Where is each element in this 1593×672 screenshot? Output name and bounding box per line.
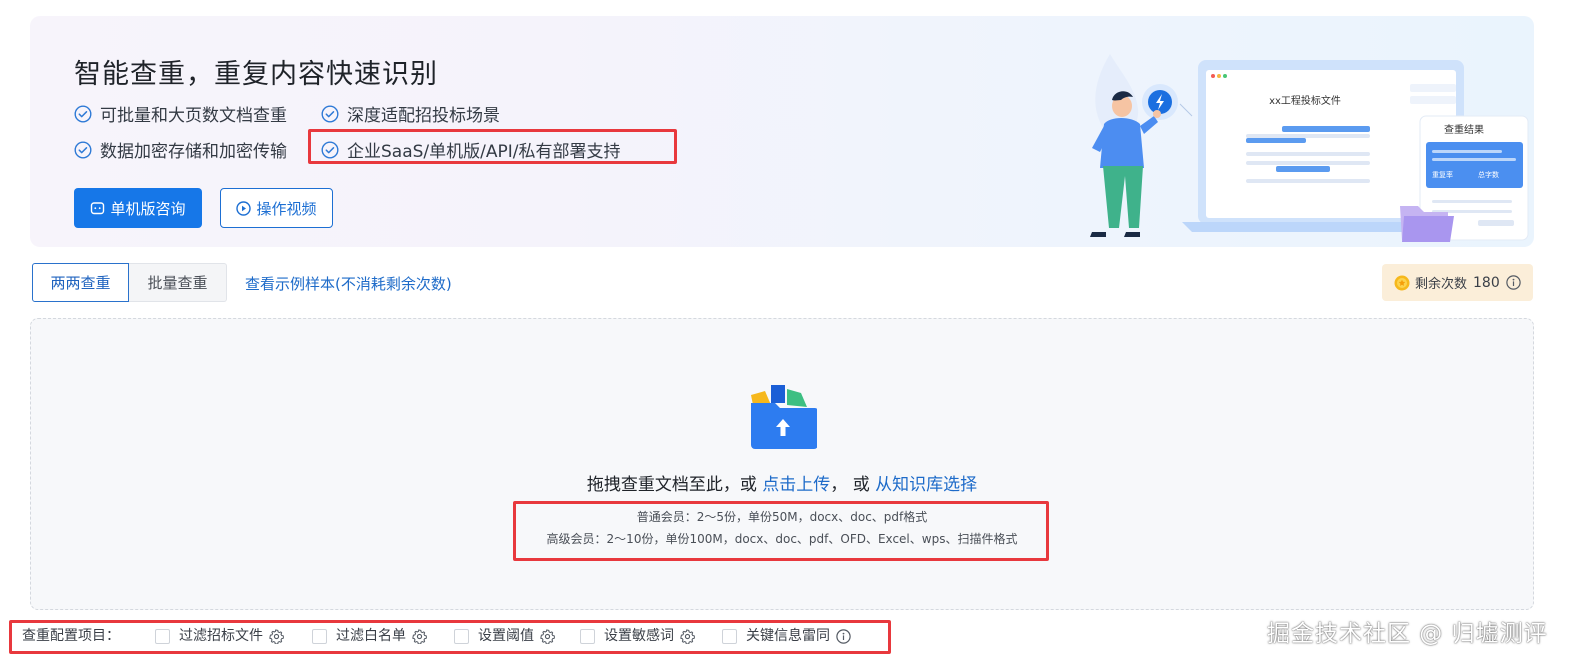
option-label: 过滤白名单 <box>336 628 406 644</box>
hero-illustration: xx工程投标文件 查重结果 重复率 总字数 <box>1090 54 1529 242</box>
feature-deployment: 企业SaaS/单机版/API/私有部署支持 <box>321 137 621 162</box>
tab-pairwise-check[interactable]: 两两查重 <box>32 263 129 302</box>
drag-text: 拖拽查重文档至此，或 <box>586 475 763 495</box>
config-label: 查重配置项目： <box>22 628 120 644</box>
illustration-rate-label: 重复率 <box>1432 170 1453 179</box>
checkbox[interactable] <box>722 628 737 644</box>
quota-label: 剩余次数 <box>1415 277 1468 292</box>
coin-icon <box>1394 275 1410 290</box>
feature-encryption: 数据加密存储和加密传输 <box>74 137 287 162</box>
hero-banner: 智能查重，重复内容快速识别 可批量和大页数文档查重 深度适配招投标场景 数据加密… <box>30 16 1534 247</box>
option-label: 设置敏感词 <box>604 628 674 644</box>
gear-icon[interactable] <box>680 628 695 644</box>
feature-text: 可批量和大页数文档查重 <box>100 106 287 126</box>
tutorial-video-button[interactable]: 操作视频 <box>220 188 333 228</box>
gear-icon[interactable] <box>269 628 284 644</box>
illustration-result-title: 查重结果 <box>1444 123 1484 136</box>
gear-icon[interactable] <box>540 628 555 644</box>
illustration-doc-title: xx工程投标文件 <box>1269 94 1341 107</box>
view-sample-link[interactable]: 查看示例样本(不消耗剩余次数) <box>245 273 452 294</box>
option-set-threshold[interactable]: 设置阈值 <box>454 625 555 647</box>
standalone-consult-button[interactable]: 单机版咨询 <box>74 188 202 228</box>
click-upload-link[interactable]: 点击上传 <box>762 475 830 495</box>
info-icon[interactable] <box>1506 275 1521 290</box>
upload-dropzone[interactable]: 拖拽查重文档至此，或 点击上传， 或 从知识库选择 普通会员：2～5份，单份50… <box>30 318 1534 610</box>
checkbox[interactable] <box>454 628 469 644</box>
upload-instruction: 拖拽查重文档至此，或 点击上传， 或 从知识库选择 <box>31 470 1533 495</box>
option-set-sensitive-words[interactable]: 设置敏感词 <box>580 625 695 647</box>
option-label: 关键信息雷同 <box>746 628 830 644</box>
mode-tabs: 两两查重 批量查重 <box>32 263 227 302</box>
advanced-member-limits: 高级会员：2～10份，单份100M，docx、doc、pdf、OFD、Excel… <box>546 532 1018 546</box>
or-text: ， 或 <box>830 475 876 495</box>
option-filter-tender-file[interactable]: 过滤招标文件 <box>155 625 284 647</box>
normal-member-limits: 普通会员：2～5份，单份50M，docx、doc、pdf格式 <box>636 510 928 524</box>
standalone-consult-label: 单机版咨询 <box>110 199 186 218</box>
quota-value: 180 <box>1473 274 1500 291</box>
info-icon[interactable] <box>836 628 851 644</box>
watermark: 掘金技术社区 @ 归墟测评 <box>1267 621 1548 647</box>
select-from-knowledge-base-link[interactable]: 从知识库选择 <box>875 475 977 495</box>
option-label: 过滤招标文件 <box>179 628 263 644</box>
feature-text: 深度适配招投标场景 <box>347 106 500 126</box>
check-circle-icon <box>74 104 92 123</box>
feature-bidding: 深度适配招投标场景 <box>321 101 500 126</box>
checkbox[interactable] <box>155 628 170 644</box>
option-label: 设置阈值 <box>478 628 534 644</box>
feature-text: 数据加密存储和加密传输 <box>100 142 287 162</box>
checkbox[interactable] <box>312 628 327 644</box>
gear-icon[interactable] <box>412 628 427 644</box>
check-circle-icon <box>74 140 92 159</box>
play-circle-icon <box>236 200 252 216</box>
option-key-info-similarity[interactable]: 关键信息雷同 <box>722 625 851 647</box>
feature-text: 企业SaaS/单机版/API/私有部署支持 <box>347 142 621 162</box>
tab-batch-check[interactable]: 批量查重 <box>129 263 227 302</box>
check-circle-icon <box>321 104 339 123</box>
tutorial-video-label: 操作视频 <box>256 199 317 218</box>
option-filter-whitelist[interactable]: 过滤白名单 <box>312 625 427 647</box>
chat-icon <box>91 201 105 214</box>
remaining-quota-badge: 剩余次数 180 <box>1382 264 1533 301</box>
illustration-word-label: 总字数 <box>1478 170 1499 179</box>
checkbox[interactable] <box>580 628 595 644</box>
upload-folder-icon <box>751 385 817 449</box>
hero-title: 智能查重，重复内容快速识别 <box>74 59 438 90</box>
feature-batch: 可批量和大页数文档查重 <box>74 101 287 126</box>
check-circle-icon <box>321 140 339 159</box>
